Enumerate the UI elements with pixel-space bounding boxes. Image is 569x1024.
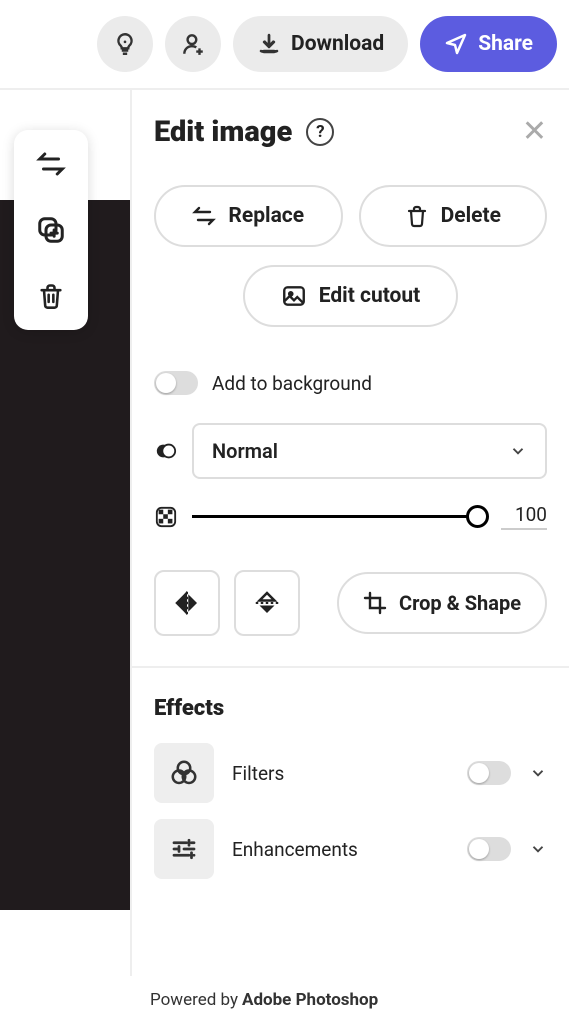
crop-shape-label: Crop & Shape bbox=[399, 591, 521, 615]
blend-mode-value: Normal bbox=[212, 439, 278, 463]
opacity-slider[interactable] bbox=[192, 515, 487, 518]
edit-cutout-label: Edit cutout bbox=[319, 284, 421, 308]
checker-icon bbox=[155, 506, 177, 528]
enhancements-label: Enhancements bbox=[232, 838, 449, 861]
opacity-value[interactable]: 100 bbox=[501, 503, 547, 530]
blend-mode-select[interactable]: Normal bbox=[192, 423, 547, 479]
download-label: Download bbox=[291, 32, 384, 56]
slider-thumb[interactable] bbox=[466, 505, 489, 528]
add-to-background-toggle[interactable] bbox=[154, 371, 198, 395]
blend-mode-icon bbox=[154, 440, 178, 462]
opacity-icon bbox=[154, 506, 178, 528]
send-icon bbox=[444, 32, 468, 56]
crop-icon bbox=[363, 591, 387, 615]
enhancements-icon-box bbox=[154, 819, 214, 879]
swap-icon bbox=[36, 149, 66, 179]
panel-header: Edit image ? ✕ bbox=[154, 114, 547, 149]
trash-icon bbox=[37, 282, 65, 310]
lightbulb-icon bbox=[112, 31, 138, 57]
filters-expand[interactable] bbox=[529, 764, 547, 782]
enhancements-toggle[interactable] bbox=[467, 837, 511, 861]
floating-toolbar bbox=[14, 130, 88, 330]
filters-row: Filters bbox=[154, 743, 547, 803]
canvas-area bbox=[0, 90, 130, 976]
swap-icon bbox=[192, 204, 216, 228]
top-toolbar: Download Share bbox=[0, 0, 569, 88]
footer-brand: Adobe Photoshop bbox=[242, 990, 378, 1010]
chevron-down-icon bbox=[509, 442, 527, 460]
replace-button[interactable]: Replace bbox=[154, 185, 343, 247]
sliders-icon bbox=[169, 834, 199, 864]
invite-button[interactable] bbox=[165, 16, 221, 72]
duplicate-icon bbox=[36, 215, 66, 245]
image-icon bbox=[281, 283, 307, 309]
chevron-down-icon bbox=[529, 840, 547, 858]
duplicate-tool[interactable] bbox=[31, 210, 71, 250]
edit-cutout-button[interactable]: Edit cutout bbox=[243, 265, 459, 327]
enhancements-expand[interactable] bbox=[529, 840, 547, 858]
download-button[interactable]: Download bbox=[233, 16, 408, 72]
filters-toggle[interactable] bbox=[467, 761, 511, 785]
add-to-background-label: Add to background bbox=[212, 372, 372, 395]
section-divider bbox=[132, 666, 569, 668]
ideas-button[interactable] bbox=[97, 16, 153, 72]
edit-panel: Edit image ? ✕ Replace Delete Edit cutou… bbox=[130, 90, 569, 976]
footer: Powered by Adobe Photoshop bbox=[0, 976, 569, 1024]
flip-horizontal-button[interactable] bbox=[154, 570, 220, 636]
footer-prefix: Powered by bbox=[150, 990, 238, 1010]
close-button[interactable]: ✕ bbox=[522, 114, 547, 149]
share-button[interactable]: Share bbox=[420, 16, 557, 72]
panel-title: Edit image bbox=[154, 115, 292, 149]
delete-button[interactable]: Delete bbox=[359, 185, 548, 247]
flip-vertical-icon bbox=[252, 588, 282, 618]
replace-label: Replace bbox=[228, 204, 304, 228]
delete-tool[interactable] bbox=[31, 276, 71, 316]
share-label: Share bbox=[478, 32, 533, 56]
filters-icon-box bbox=[154, 743, 214, 803]
help-button[interactable]: ? bbox=[306, 118, 334, 146]
overlap-circles-icon bbox=[155, 440, 177, 462]
filters-icon bbox=[169, 758, 199, 788]
effects-title: Effects bbox=[154, 696, 547, 721]
help-icon: ? bbox=[316, 122, 324, 142]
filters-label: Filters bbox=[232, 762, 449, 785]
flip-horizontal-icon bbox=[172, 588, 202, 618]
trash-icon bbox=[405, 204, 429, 228]
delete-label: Delete bbox=[441, 204, 501, 228]
enhancements-row: Enhancements bbox=[154, 819, 547, 879]
download-icon bbox=[257, 32, 281, 56]
user-plus-icon bbox=[180, 31, 206, 57]
flip-vertical-button[interactable] bbox=[234, 570, 300, 636]
crop-shape-button[interactable]: Crop & Shape bbox=[337, 572, 547, 634]
swap-tool[interactable] bbox=[31, 144, 71, 184]
chevron-down-icon bbox=[529, 764, 547, 782]
close-icon: ✕ bbox=[522, 114, 547, 149]
